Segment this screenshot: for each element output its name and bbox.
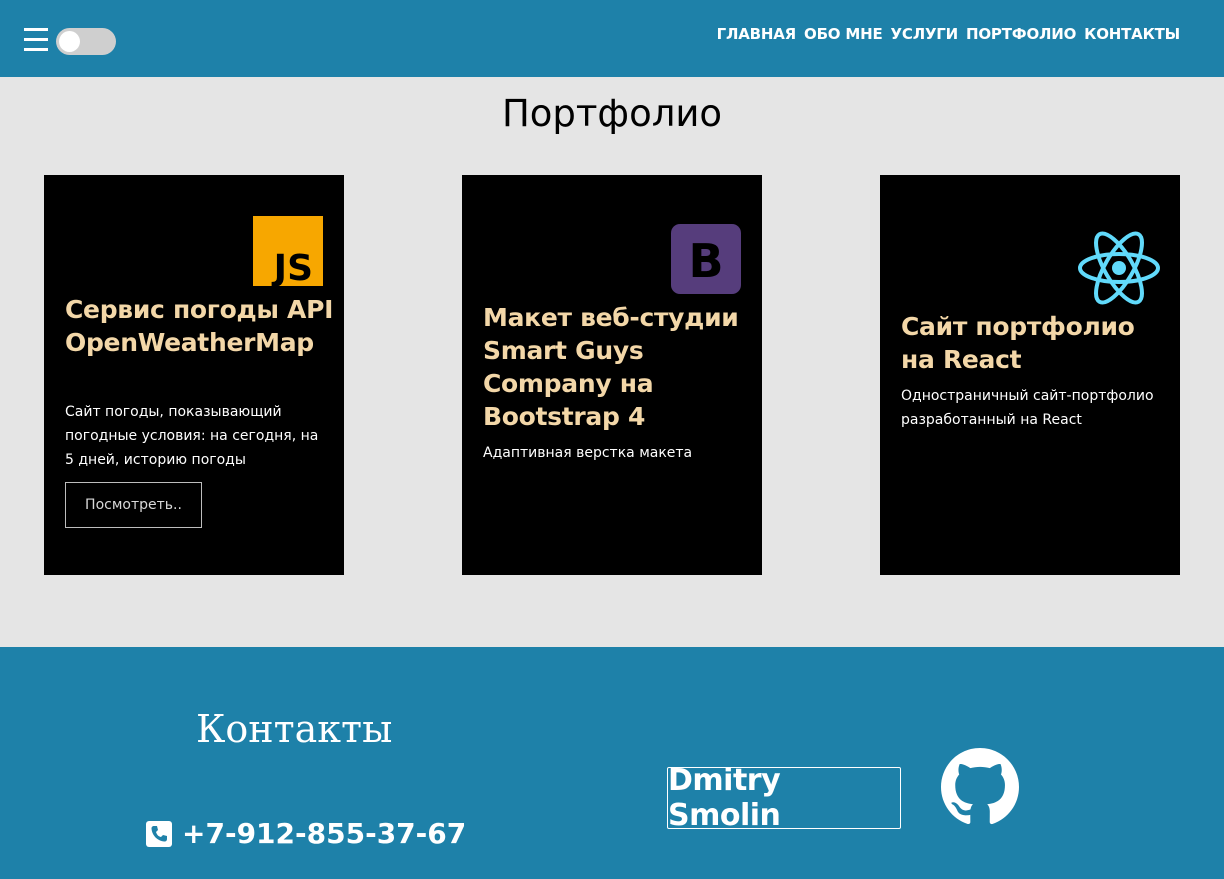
card-title: Макет веб-студии Smart Guys Company на B… <box>483 303 739 431</box>
js-logo-text: JS <box>271 248 313 286</box>
card-description: Сайт погоды, показывающий погодные услов… <box>65 404 319 468</box>
portfolio-card-weather: JS Сервис погоды API OpenWeatherMap Сайт… <box>44 175 344 575</box>
phone-icon <box>146 820 172 847</box>
nav-link-services[interactable]: УСЛУГИ <box>891 25 959 43</box>
card-description: Одностраничный сайт-портфолио разработан… <box>901 388 1154 428</box>
hamburger-menu-icon[interactable] <box>24 28 48 52</box>
phone-number: +7-912-855-37-67 <box>182 817 467 850</box>
card-description: Адаптивная верстка макета <box>483 445 693 461</box>
phone-link[interactable]: +7-912-855-37-67 <box>146 817 466 850</box>
view-button[interactable]: Посмотреть.. <box>65 482 202 528</box>
portfolio-title: Портфолио <box>501 92 723 135</box>
main-nav: ГЛАВНАЯ ОБО МНЕ УСЛУГИ ПОРТФОЛИО КОНТАКТ… <box>717 25 1181 43</box>
name-button[interactable]: Dmitry Smolin <box>667 763 901 833</box>
nav-link-portfolio[interactable]: ПОРТФОЛИО <box>966 25 1076 43</box>
bootstrap-logo-icon: B <box>671 224 741 298</box>
theme-toggle[interactable] <box>56 28 116 55</box>
header: ГЛАВНАЯ ОБО МНЕ УСЛУГИ ПОРТФОЛИО КОНТАКТ… <box>0 0 1224 77</box>
github-icon[interactable] <box>941 748 1019 826</box>
nav-link-about[interactable]: ОБО МНЕ <box>804 25 883 43</box>
card-title: Сайт портфолио на React <box>901 312 1135 374</box>
portfolio-card-smartguys: B Макет веб-студии Smart Guys Company на… <box>462 175 762 575</box>
javascript-logo-icon: JS <box>253 216 323 290</box>
portfolio-card-react: Сайт портфолио на React Одностраничный с… <box>880 175 1180 575</box>
card-title: Сервис погоды API OpenWeatherMap <box>65 295 334 357</box>
nav-link-home[interactable]: ГЛАВНАЯ <box>717 25 797 43</box>
contacts-title: Контакты <box>196 707 393 751</box>
footer-contacts: Контакты +7-912-855-37-67 Dmitry Smolin <box>0 647 1224 879</box>
nav-link-contacts[interactable]: КОНТАКТЫ <box>1084 25 1180 43</box>
toggle-knob <box>59 31 80 52</box>
bootstrap-logo-text: B <box>688 234 723 288</box>
react-logo-icon <box>1077 231 1161 309</box>
